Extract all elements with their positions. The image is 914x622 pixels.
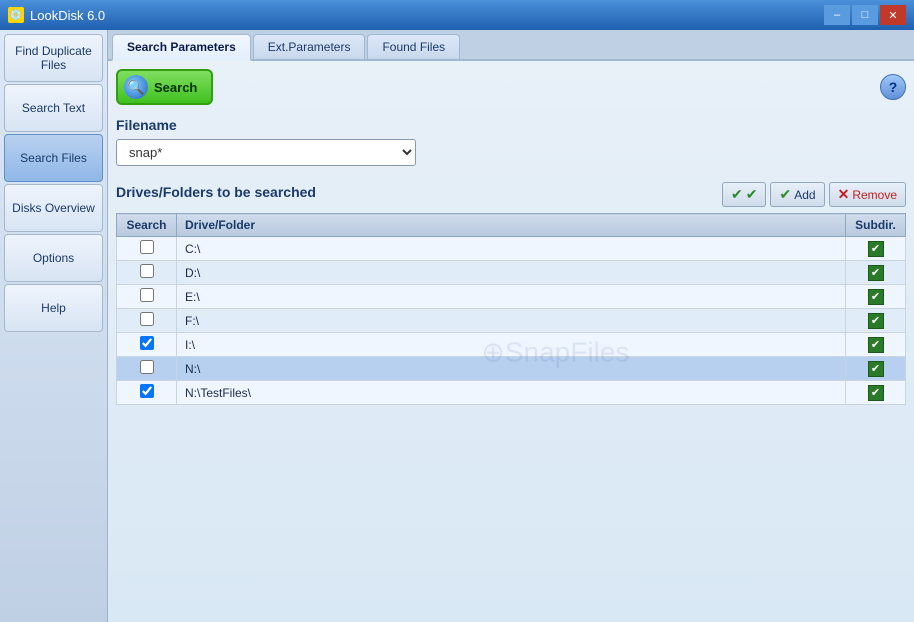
subdir-cell: ✔ — [846, 309, 906, 333]
remove-x-icon: ✕ — [838, 186, 850, 203]
tab-ext-parameters[interactable]: Ext.Parameters — [253, 34, 366, 59]
sidebar-item-help[interactable]: Help — [4, 284, 103, 332]
search-button-icon: 🔍 — [124, 75, 148, 99]
path-cell: N:\TestFiles\ — [177, 381, 846, 405]
drives-section: Drives/Folders to be searched ✔ ✔ ✔ Add … — [116, 182, 906, 614]
search-checkbox[interactable] — [140, 360, 154, 374]
help-button[interactable]: ? — [880, 74, 906, 100]
app-icon: 💿 — [8, 7, 24, 23]
table-row: I:\ ✔ — [117, 333, 906, 357]
filename-select[interactable]: snap* * *.txt *.doc — [116, 139, 416, 166]
col-subdir: Subdir. — [846, 214, 906, 237]
window-title: LookDisk 6.0 — [30, 8, 105, 23]
add-button[interactable]: ✔ Add — [770, 182, 824, 207]
search-cell — [117, 309, 177, 333]
table-row: N:\ ✔ — [117, 357, 906, 381]
subdir-check-icon[interactable]: ✔ — [868, 313, 884, 329]
subdir-cell: ✔ — [846, 261, 906, 285]
check-all-icon: ✔ — [731, 186, 743, 203]
subdir-cell: ✔ — [846, 285, 906, 309]
search-cell — [117, 357, 177, 381]
tab-search-parameters[interactable]: Search Parameters — [112, 34, 251, 61]
path-cell: D:\ — [177, 261, 846, 285]
table-row: F:\ ✔ — [117, 309, 906, 333]
col-drive-folder: Drive/Folder — [177, 214, 846, 237]
sidebar: Find Duplicate Files Search Text Search … — [0, 30, 108, 622]
table-row: C:\ ✔ — [117, 237, 906, 261]
search-checkbox[interactable] — [140, 240, 154, 254]
path-cell: N:\ — [177, 357, 846, 381]
search-checkbox[interactable] — [140, 312, 154, 326]
subdir-check-icon[interactable]: ✔ — [868, 337, 884, 353]
subdir-cell: ✔ — [846, 333, 906, 357]
subdir-check-icon[interactable]: ✔ — [868, 265, 884, 281]
subdir-cell: ✔ — [846, 381, 906, 405]
drives-table-body: C:\ ✔ D:\ ✔ E:\ ✔ F:\ ✔ I:\ ✔ N:\ ✔ N:\TestFiles\ ✔ — [117, 237, 906, 405]
path-cell: E:\ — [177, 285, 846, 309]
search-cell — [117, 237, 177, 261]
path-cell: I:\ — [177, 333, 846, 357]
subdir-cell: ✔ — [846, 237, 906, 261]
table-row: D:\ ✔ — [117, 261, 906, 285]
path-cell: F:\ — [177, 309, 846, 333]
content-area: Search Parameters Ext.Parameters Found F… — [108, 30, 914, 622]
tab-found-files[interactable]: Found Files — [367, 34, 460, 59]
maximize-button[interactable]: □ — [852, 5, 878, 25]
search-cell — [117, 381, 177, 405]
close-button[interactable]: ✕ — [880, 5, 906, 25]
tab-content: ⊕SnapFiles 🔍 Search ? Filename snap* * *… — [108, 61, 914, 622]
subdir-cell: ✔ — [846, 357, 906, 381]
search-cell — [117, 333, 177, 357]
filename-title: Filename — [116, 117, 906, 133]
sidebar-item-search-files[interactable]: Search Files — [4, 134, 103, 182]
search-checkbox[interactable] — [140, 384, 154, 398]
main-layout: Find Duplicate Files Search Text Search … — [0, 30, 914, 622]
title-controls: – □ ✕ — [824, 5, 906, 25]
col-search: Search — [117, 214, 177, 237]
sidebar-item-find-duplicate[interactable]: Find Duplicate Files — [4, 34, 103, 82]
subdir-check-icon[interactable]: ✔ — [868, 361, 884, 377]
table-row: N:\TestFiles\ ✔ — [117, 381, 906, 405]
filename-section: Filename snap* * *.txt *.doc — [116, 117, 906, 166]
search-cell — [117, 285, 177, 309]
table-row: E:\ ✔ — [117, 285, 906, 309]
sidebar-item-disks-overview[interactable]: Disks Overview — [4, 184, 103, 232]
title-bar: 💿 LookDisk 6.0 – □ ✕ — [0, 0, 914, 30]
minimize-button[interactable]: – — [824, 5, 850, 25]
drives-actions: ✔ ✔ ✔ Add ✕ Remove — [722, 182, 906, 207]
subdir-check-icon[interactable]: ✔ — [868, 241, 884, 257]
check-all-icon-2: ✔ — [746, 186, 758, 203]
title-bar-left: 💿 LookDisk 6.0 — [8, 7, 105, 23]
subdir-check-icon[interactable]: ✔ — [868, 385, 884, 401]
check-all-button[interactable]: ✔ ✔ — [722, 182, 766, 207]
subdir-check-icon[interactable]: ✔ — [868, 289, 884, 305]
sidebar-item-options[interactable]: Options — [4, 234, 103, 282]
drives-header: Drives/Folders to be searched ✔ ✔ ✔ Add … — [116, 182, 906, 207]
table-header-row: Search Drive/Folder Subdir. — [117, 214, 906, 237]
tab-bar: Search Parameters Ext.Parameters Found F… — [108, 30, 914, 61]
add-check-icon: ✔ — [779, 186, 791, 203]
search-checkbox[interactable] — [140, 336, 154, 350]
path-cell: C:\ — [177, 237, 846, 261]
search-checkbox[interactable] — [140, 264, 154, 278]
sidebar-item-search-text[interactable]: Search Text — [4, 84, 103, 132]
search-checkbox[interactable] — [140, 288, 154, 302]
toolbar: 🔍 Search ? — [116, 69, 906, 105]
drives-table: Search Drive/Folder Subdir. C:\ ✔ D:\ ✔ E:\ ✔… — [116, 213, 906, 405]
search-cell — [117, 261, 177, 285]
search-button[interactable]: 🔍 Search — [116, 69, 213, 105]
drives-title: Drives/Folders to be searched — [116, 184, 316, 200]
remove-button[interactable]: ✕ Remove — [829, 182, 906, 207]
